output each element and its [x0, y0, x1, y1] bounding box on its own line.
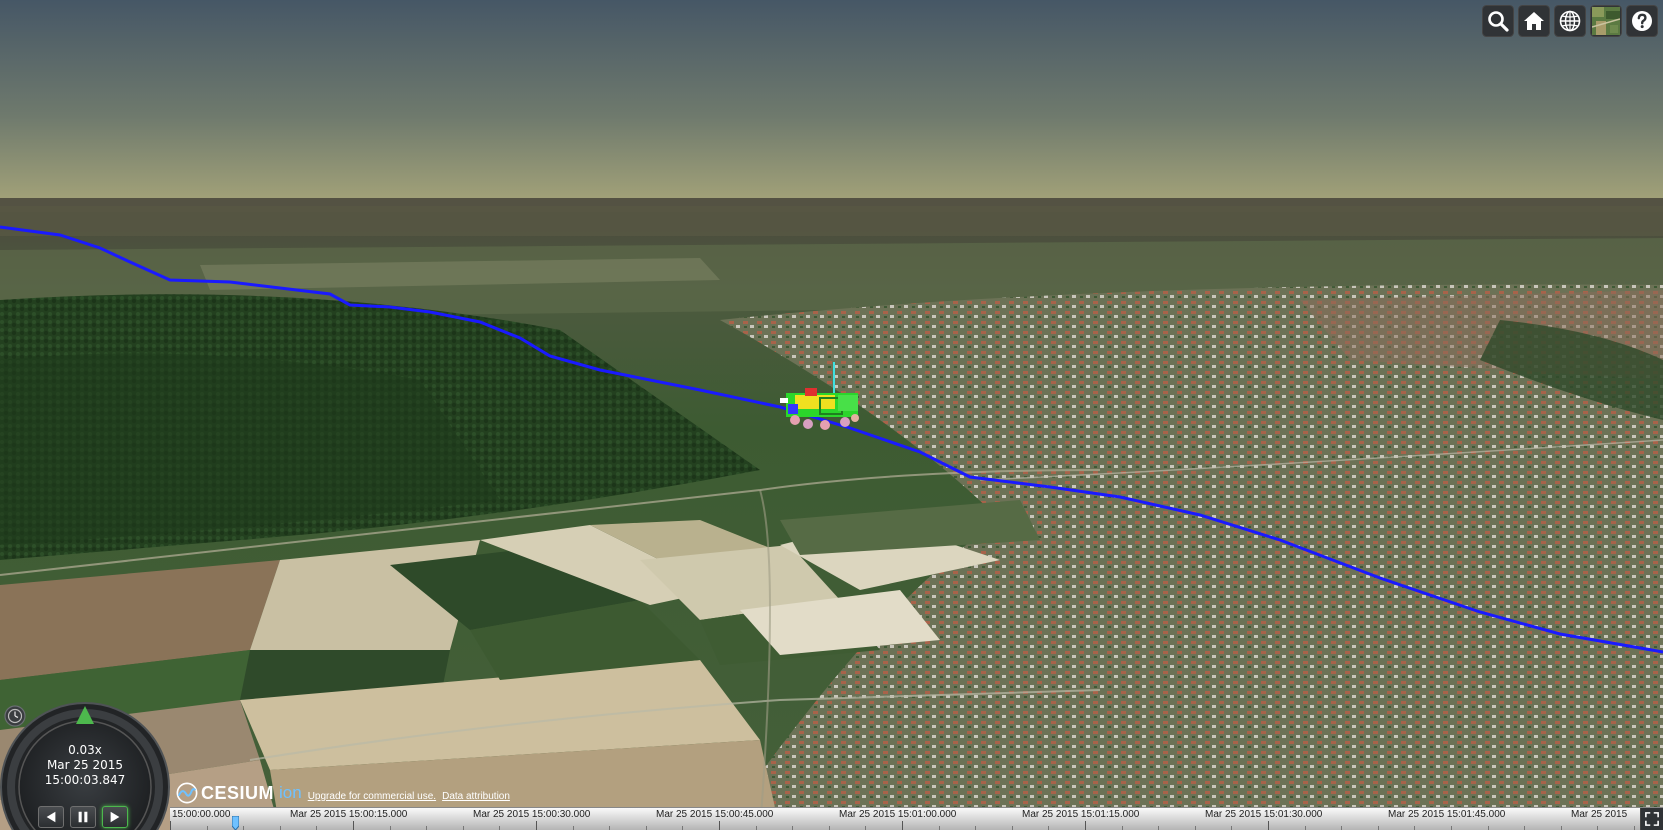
fullscreen-button[interactable]: [1640, 808, 1663, 830]
timeline-tick: [975, 826, 976, 830]
timeline-label: Mar 25 2015 15:01:30.000: [1205, 809, 1323, 820]
scene-mode-button[interactable]: [1554, 5, 1586, 37]
timeline-tick: [682, 826, 683, 830]
satellite-imagery-icon: [1592, 7, 1620, 35]
animation-date: Mar 25 2015: [46, 758, 124, 772]
timeline-tick: [573, 826, 574, 830]
ion-wordmark: ion: [279, 783, 302, 802]
timeline-tick: [939, 826, 940, 830]
timeline-tick: [609, 826, 610, 830]
animation-speed: 0.03x: [68, 743, 102, 757]
timeline-tick: [316, 826, 317, 830]
timeline-tick: [719, 821, 720, 830]
clock-icon[interactable]: [4, 705, 26, 727]
viewer-toolbar: [1482, 5, 1658, 37]
timeline-tick: [1634, 826, 1635, 830]
timeline-tick: [1524, 826, 1525, 830]
timeline-tick: [1451, 826, 1452, 830]
timeline-tick: [1488, 826, 1489, 830]
fullscreen-icon: [1645, 812, 1659, 826]
timeline-current-time-needle[interactable]: [232, 816, 239, 830]
timeline-tick: [1597, 826, 1598, 830]
timeline-tick: [353, 821, 354, 830]
globe-icon: [1559, 10, 1581, 32]
timeline-tick: [207, 826, 208, 830]
question-mark-icon: [1632, 11, 1652, 31]
base-layer-picker-button[interactable]: [1590, 5, 1622, 37]
timeline-label: Mar 25 2015: [1571, 809, 1628, 820]
timeline-label: Mar 25 2015 15:00:15.000: [290, 809, 408, 820]
upgrade-link[interactable]: Upgrade for commercial use.: [308, 791, 436, 802]
timeline-tick: [499, 826, 500, 830]
timeline-tick: [536, 821, 537, 830]
play-button[interactable]: [102, 806, 128, 828]
timeline-label: Mar 25 2015 15:00:30.000: [473, 809, 591, 820]
sky: [0, 0, 1663, 212]
animation-widget: 0.03x Mar 25 2015 15:00:03.847: [0, 702, 170, 830]
timeline-tick: [170, 821, 171, 830]
timeline-label: Mar 25 2015 15:01:15.000: [1022, 809, 1140, 820]
timeline-tick: [1012, 826, 1013, 830]
timeline-tick: [646, 826, 647, 830]
play-reverse-button[interactable]: [38, 806, 64, 828]
timeline-tick: [463, 826, 464, 830]
home-icon: [1524, 12, 1544, 30]
timeline-label: Mar 25 2015 15:01:00.000: [839, 809, 957, 820]
3d-globe-scene[interactable]: [0, 0, 1663, 830]
timeline-tick: [1414, 826, 1415, 830]
home-button[interactable]: [1518, 5, 1550, 37]
timeline-tick: [1305, 826, 1306, 830]
timeline[interactable]: 15:00:00.000 Mar 25 2015 15:00:15.000 Ma…: [170, 807, 1663, 830]
data-attribution-link[interactable]: Data attribution: [442, 791, 510, 802]
timeline-tick: [1231, 826, 1232, 830]
timeline-tick: [390, 826, 391, 830]
timeline-tick: [1561, 826, 1562, 830]
cesium-logo-icon: [176, 782, 198, 804]
timeline-tick: [243, 826, 244, 830]
cesium-ion-logo[interactable]: CESIUM ion: [176, 782, 302, 804]
timeline-tick: [426, 826, 427, 830]
pause-button[interactable]: [70, 806, 96, 828]
timeline-tick: [1341, 826, 1342, 830]
rewind-icon: [46, 811, 56, 823]
pause-icon: [78, 811, 88, 823]
timeline-tick: [1195, 826, 1196, 830]
timeline-tick: [280, 826, 281, 830]
credit-container: CESIUM ion Upgrade for commercial use. D…: [176, 782, 510, 804]
timeline-tick: [1268, 821, 1269, 830]
search-icon: [1488, 11, 1509, 32]
timeline-label: Mar 25 2015 15:01:45.000: [1388, 809, 1506, 820]
timeline-tick: [865, 826, 866, 830]
timeline-tick: [1048, 826, 1049, 830]
timeline-tick: [829, 826, 830, 830]
timeline-tick: [1378, 826, 1379, 830]
timeline-tick: [902, 821, 903, 830]
cesium-wordmark: CESIUM: [201, 782, 275, 803]
help-button[interactable]: [1626, 5, 1658, 37]
geocoder-search-button[interactable]: [1482, 5, 1514, 37]
timeline-tick: [792, 826, 793, 830]
timeline-tick: [1158, 826, 1159, 830]
timeline-tick: [1085, 821, 1086, 830]
cesium-viewer[interactable]: 0.03x Mar 25 2015 15:00:03.847 CESIUM io…: [0, 0, 1663, 830]
timeline-tick: [1122, 826, 1123, 830]
play-icon: [110, 811, 120, 823]
timeline-tick: [756, 826, 757, 830]
animation-time: 15:00:03.847: [44, 773, 126, 787]
timeline-label: Mar 25 2015 15:00:45.000: [656, 809, 774, 820]
timeline-label: 15:00:00.000: [172, 809, 231, 820]
